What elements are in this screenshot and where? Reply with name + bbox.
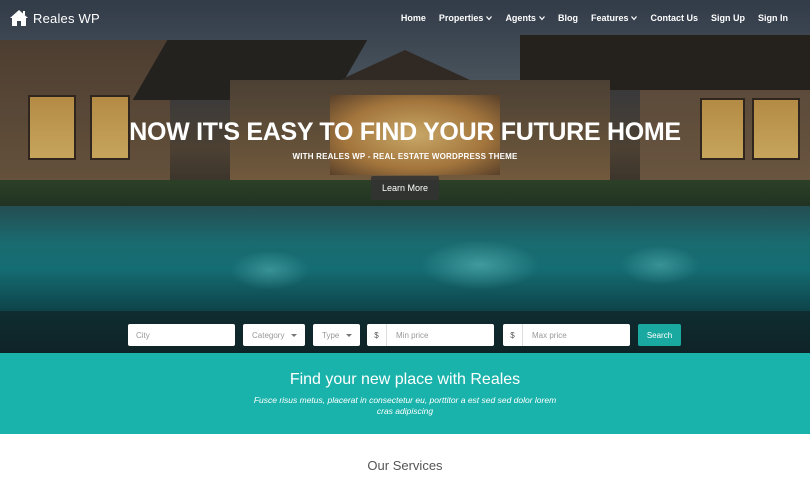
intro-band: Find your new place with Reales Fusce ri… <box>0 353 810 434</box>
nav-label: Home <box>400 13 426 23</box>
nav-item-home[interactable]: Home <box>401 13 426 23</box>
top-navigation: Reales WP Home Properties Agents Blog Fe… <box>0 0 810 38</box>
band-title: Find your new place with Reales <box>289 371 521 388</box>
category-label: Category <box>252 330 285 340</box>
brand-name: Reales WP <box>33 10 100 26</box>
max-price-placeholder: Max price <box>532 330 567 340</box>
house-icon <box>10 10 28 26</box>
city-input[interactable]: City <box>128 324 235 346</box>
caret-down-icon <box>346 333 352 337</box>
category-select[interactable]: Category <box>243 324 305 346</box>
nav-label: Sign In <box>758 13 788 23</box>
nav-label: Contact Us <box>650 13 698 23</box>
nav-label: Blog <box>557 13 578 23</box>
nav-item-features[interactable]: Features <box>591 13 638 23</box>
min-price-input[interactable]: $ Min price <box>367 324 494 346</box>
dollar-icon: $ <box>503 324 523 346</box>
max-price-input[interactable]: $ Max price <box>503 324 630 346</box>
chevron-down-icon <box>538 16 545 21</box>
nav-item-properties[interactable]: Properties <box>439 13 493 23</box>
hero-subline: WITH REALES WP - REAL ESTATE WORDPRESS T… <box>292 152 518 161</box>
nav-label: Properties <box>438 13 484 23</box>
nav-label: Agents <box>505 13 536 23</box>
city-placeholder: City <box>136 330 150 340</box>
type-label: Type <box>322 330 340 340</box>
nav-item-contact[interactable]: Contact Us <box>650 13 698 23</box>
caret-down-icon <box>291 333 297 337</box>
nav-item-blog[interactable]: Blog <box>558 13 578 23</box>
nav-label: Sign Up <box>711 13 745 23</box>
dollar-icon: $ <box>367 324 387 346</box>
min-price-placeholder: Min price <box>396 330 429 340</box>
nav-label: Features <box>590 13 629 23</box>
brand-logo[interactable]: Reales WP <box>9 9 100 27</box>
search-button[interactable]: Search <box>638 324 681 346</box>
learn-more-button[interactable]: Learn More <box>371 176 439 200</box>
search-bar: City Category Type $ Min price $ Max pri… <box>0 311 810 353</box>
nav-item-sign-up[interactable]: Sign Up <box>711 13 745 23</box>
main-menu: Home Properties Agents Blog Features Con… <box>388 13 788 23</box>
nav-item-sign-in[interactable]: Sign In <box>758 13 788 23</box>
chevron-down-icon <box>631 16 638 21</box>
hero-headline: NOW IT'S EASY TO FIND YOUR FUTURE HOME <box>129 118 681 146</box>
band-text: Fusce risus metus, placerat in consectet… <box>253 395 557 416</box>
services-title: Our Services <box>367 458 443 473</box>
type-select[interactable]: Type <box>313 324 360 346</box>
services-section: Our Services <box>0 434 810 490</box>
nav-item-agents[interactable]: Agents <box>505 13 545 23</box>
chevron-down-icon <box>486 16 493 21</box>
